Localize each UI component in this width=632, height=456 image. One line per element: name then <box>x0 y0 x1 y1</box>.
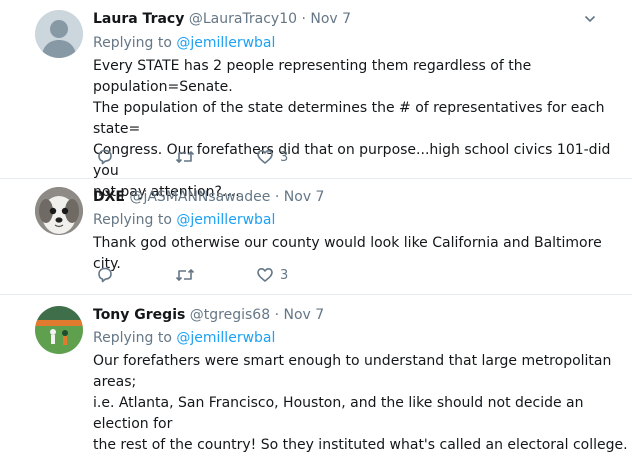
tweet-3[interactable]: Tony Gregis @tgregis68 · Nov 7 Replying … <box>0 295 632 453</box>
timestamp[interactable]: Nov 7 <box>310 11 351 27</box>
author-name[interactable]: Tony Gregis <box>93 307 185 323</box>
replying-to: Replying to @jemillerwbal <box>93 34 275 52</box>
avatar[interactable] <box>35 10 83 58</box>
mention-link[interactable]: @jemillerwbal <box>176 35 275 51</box>
mention-link[interactable]: @jemillerwbal <box>176 212 275 228</box>
timestamp[interactable]: Nov 7 <box>283 307 324 323</box>
tweet-text-line: The population of the state determines t… <box>93 100 605 137</box>
stadium-avatar-icon <box>35 306 83 354</box>
retweet-icon <box>175 151 195 163</box>
replying-to-label: Replying to <box>93 212 172 228</box>
tweet-text-line: Thank god otherwise our county would loo… <box>93 235 602 272</box>
tweet-1[interactable]: Laura Tracy @LauraTracy10 · Nov 7 Replyi… <box>0 0 632 200</box>
tweet-2[interactable]: DXE @jASMANNsawadee · Nov 7 Replying to … <box>0 179 632 294</box>
timestamp[interactable]: Nov 7 <box>284 189 325 205</box>
separator-dot: · <box>274 307 280 323</box>
heart-icon <box>257 150 273 164</box>
tweet-text-line: Every STATE has 2 people representing th… <box>93 58 532 95</box>
author-name[interactable]: DXE <box>93 189 125 205</box>
replying-to-label: Replying to <box>93 35 172 51</box>
reply-button[interactable] <box>96 148 114 166</box>
author-name[interactable]: Laura Tracy <box>93 11 184 27</box>
separator-dot: · <box>274 189 280 205</box>
replying-to-label: Replying to <box>93 330 172 346</box>
tweet-text-line: Our forefathers were smart enough to und… <box>93 353 612 390</box>
author-handle[interactable]: @LauraTracy10 <box>189 11 297 27</box>
retweet-button[interactable] <box>175 148 195 166</box>
like-button[interactable]: 3 <box>256 148 288 166</box>
tweet-text-line: the rest of the country! So they institu… <box>93 437 628 453</box>
like-count: 3 <box>280 267 289 283</box>
chevron-down-icon[interactable] <box>584 13 596 25</box>
like-button[interactable]: 3 <box>256 266 288 284</box>
heart-icon <box>257 268 273 282</box>
retweet-button[interactable] <box>175 266 195 284</box>
reply-icon <box>98 267 112 283</box>
separator-dot: · <box>301 11 306 27</box>
like-count: 3 <box>280 149 289 165</box>
replying-to: Replying to @jemillerwbal <box>93 211 275 229</box>
replying-to: Replying to @jemillerwbal <box>93 329 275 347</box>
default-avatar-icon <box>35 10 83 58</box>
reply-button[interactable] <box>96 266 114 284</box>
tweet-text: Our forefathers were smart enough to und… <box>93 351 628 456</box>
avatar[interactable] <box>35 187 83 235</box>
tweet-text-line: Congress. Our forefathers did that on pu… <box>93 142 611 179</box>
mention-link[interactable]: @jemillerwbal <box>176 330 275 346</box>
reply-icon <box>98 149 112 165</box>
author-handle[interactable]: @tgregis68 <box>190 307 270 323</box>
retweet-icon <box>175 269 195 281</box>
dog-avatar-icon <box>35 187 83 235</box>
tweet-text-line: i.e. Atlanta, San Francisco, Houston, an… <box>93 395 584 432</box>
author-handle[interactable]: @jASMANNsawadee <box>129 189 270 205</box>
avatar[interactable] <box>35 306 83 354</box>
tweet-text: Thank god otherwise our county would loo… <box>93 233 623 275</box>
